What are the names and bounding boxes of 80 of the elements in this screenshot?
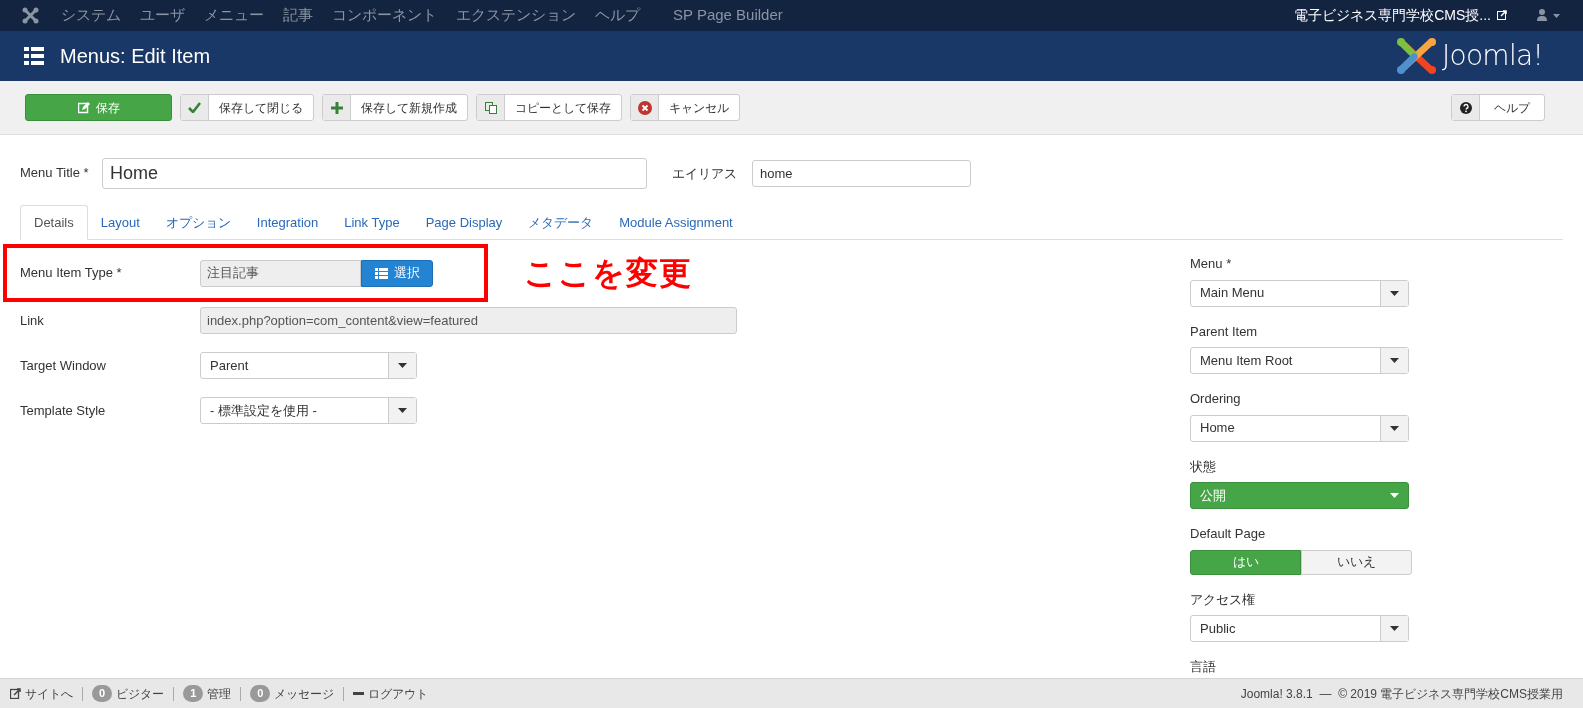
field-label: Default Page <box>1190 525 1267 543</box>
field-label: 状態 <box>1190 457 1217 476</box>
page-title: Menus: Edit Item <box>60 44 211 69</box>
list-icon <box>24 47 44 65</box>
dropdown-select[interactable]: - 標準設定を使用 - <box>200 397 417 424</box>
edit-icon <box>77 101 90 114</box>
status-link[interactable]: サイトへ <box>25 684 73 703</box>
external-link-icon <box>10 688 21 699</box>
close-icon <box>637 100 652 115</box>
nav-menu-item[interactable]: システム <box>61 3 121 27</box>
copyright-text: Joomla! 3.8.1 — © 2019 電子ビジネス専門学校CMS授業用 <box>1240 685 1563 703</box>
tab[interactable]: オプション <box>152 205 244 240</box>
nav-menu-item[interactable]: ヘルプ <box>595 3 640 27</box>
caret-icon <box>1390 358 1399 363</box>
field-label: アクセス権 <box>1190 590 1256 609</box>
field-label: Ordering <box>1190 390 1242 408</box>
field-label: Template Style <box>20 401 107 420</box>
alias-field[interactable]: home <box>752 160 971 187</box>
joomla-logo-icon[interactable] <box>22 6 39 24</box>
dropdown-select[interactable]: Menu Item Root <box>1190 347 1409 374</box>
joomla-logo <box>1395 37 1438 75</box>
caret-icon <box>1390 425 1399 431</box>
tab[interactable]: Link Type <box>331 205 413 240</box>
status-link[interactable]: ビジター <box>116 684 165 703</box>
status-link[interactable]: ログアウト <box>368 684 429 703</box>
field-label: Parent Item <box>1190 322 1259 341</box>
help-icon <box>1459 101 1472 114</box>
tab[interactable]: Page Display <box>412 205 516 240</box>
link-field: index.php?option=com_content&view=featured <box>200 307 737 334</box>
status-link[interactable]: メッセージ <box>274 684 335 703</box>
field-label: Menu * <box>1190 255 1233 273</box>
dropdown-select[interactable]: Home <box>1190 414 1409 442</box>
toolbar-button[interactable]: コピーとして保存 <box>476 94 622 121</box>
caret-icon <box>1389 493 1399 498</box>
dropdown-select[interactable]: Parent <box>200 352 417 379</box>
list-icon <box>374 267 388 279</box>
caret-icon <box>1390 626 1399 631</box>
external-link-icon <box>1497 10 1507 20</box>
tab[interactable]: Module Assignment <box>606 205 746 240</box>
toggle-option[interactable]: いいえ <box>1301 549 1412 575</box>
joomla-wordmark: Joomla! <box>1441 38 1543 74</box>
field-label: エイリアス <box>672 164 738 183</box>
tab[interactable]: Layout <box>87 205 153 240</box>
annotation-text: ここを変更 <box>524 254 692 293</box>
menu-item-type-field: 注目記事 <box>200 259 361 287</box>
menu-title-field[interactable]: Home <box>102 158 647 189</box>
field-label: Link <box>20 311 45 330</box>
nav-menu-item[interactable]: コンポーネント <box>332 3 437 27</box>
nav-menu-item[interactable]: ユーザ <box>140 3 185 27</box>
count-badge: 1 <box>183 685 204 702</box>
check-icon <box>188 102 201 113</box>
tab[interactable]: Details <box>20 205 88 240</box>
plus-icon <box>330 101 343 114</box>
tab[interactable]: Integration <box>243 205 332 240</box>
field-label: Menu Item Type * <box>20 264 123 283</box>
toolbar-button[interactable]: キャンセル <box>630 94 740 121</box>
toolbar-button[interactable]: 保存して閉じる <box>180 94 314 121</box>
toolbar-button[interactable]: 保存して新規作成 <box>322 94 468 121</box>
status-link[interactable]: 管理 <box>207 684 232 703</box>
caret-icon <box>1390 290 1399 296</box>
nav-menu-item[interactable]: エクステンション <box>456 3 576 27</box>
help-button[interactable]: ヘルプ <box>1451 94 1545 121</box>
caret-icon <box>398 408 407 413</box>
site-link[interactable]: 電子ビジネス専門学校CMS授... <box>1294 4 1491 26</box>
nav-menu-item[interactable]: メニュー <box>204 3 264 27</box>
nav-menu-item[interactable]: SP Page Builder <box>673 3 783 27</box>
field-label: Menu Title * <box>20 164 90 182</box>
minus-icon <box>353 692 365 695</box>
copy-icon <box>484 101 497 114</box>
field-label: 言語 <box>1190 658 1217 676</box>
count-badge: 0 <box>250 685 271 702</box>
nav-menu-item[interactable]: 記事 <box>283 3 313 27</box>
caret-icon <box>398 363 407 368</box>
count-badge: 0 <box>92 685 113 702</box>
field-label: Target Window <box>20 356 107 375</box>
dropdown-select[interactable]: Main Menu <box>1190 279 1409 307</box>
user-menu-icon[interactable] <box>1537 9 1561 21</box>
tab[interactable]: メタデータ <box>515 205 607 240</box>
select-button[interactable]: 選択 <box>361 259 433 287</box>
dropdown-select[interactable]: Public <box>1190 615 1409 642</box>
